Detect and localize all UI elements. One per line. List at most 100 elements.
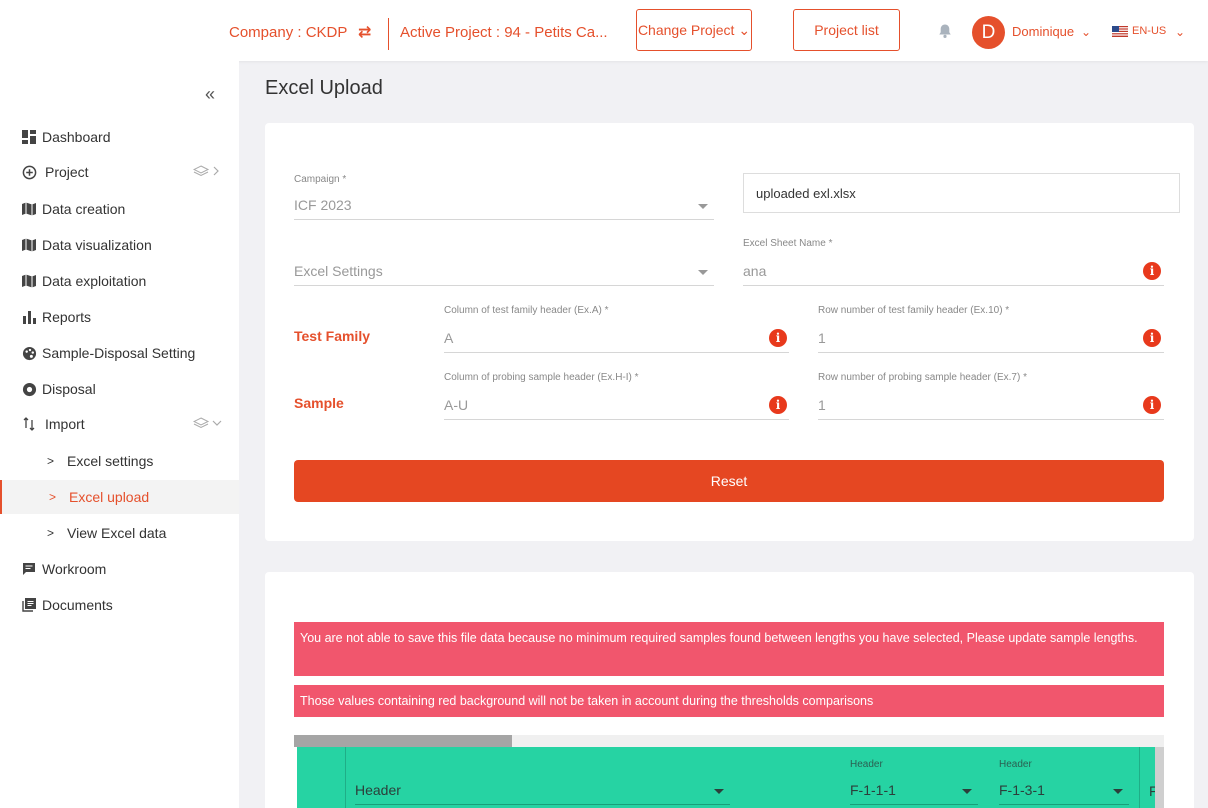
sidebar-item-label: View Excel data xyxy=(67,525,167,541)
layers-icon xyxy=(192,416,227,433)
bar-chart-icon xyxy=(21,309,37,325)
caret-down-icon xyxy=(714,789,724,794)
sample-column-value: A-U xyxy=(444,397,469,413)
sidebar-item-label: Import xyxy=(45,416,85,432)
test-family-row-value: 1 xyxy=(818,330,826,346)
company-label: Company : CKDP xyxy=(229,24,348,41)
caret-down-icon xyxy=(962,789,972,794)
sidebar-item-label: Dashboard xyxy=(42,129,111,145)
page-title: Excel Upload xyxy=(265,77,383,99)
sidebar-subitem-excel-upload[interactable]: > Excel upload xyxy=(0,480,239,514)
test-family-label: Test Family xyxy=(294,328,370,344)
chevron-right-icon: > xyxy=(49,490,57,504)
collapse-sidebar-icon[interactable]: « xyxy=(205,84,215,105)
campaign-select[interactable]: Campaign * ICF 2023 xyxy=(294,174,714,220)
sidebar-item-disposal[interactable]: Disposal xyxy=(0,372,239,406)
top-bar: Company : CKDP ⇄ Active Project : 94 - P… xyxy=(0,0,1208,61)
us-flag-icon xyxy=(1112,26,1128,37)
column-header-value: F-1-3-1 xyxy=(999,782,1045,798)
sample-label: Sample xyxy=(294,395,344,411)
column-header-select[interactable]: H F xyxy=(1149,779,1155,805)
warning-alert: Those values containing red background w… xyxy=(294,685,1164,717)
column-header-select[interactable]: Header F-1-3-1 xyxy=(999,759,1129,805)
sheet-name-value: ana xyxy=(743,263,767,279)
sidebar-item-label: Disposal xyxy=(42,381,96,397)
campaign-label: Campaign * xyxy=(294,174,347,185)
sidebar-item-label: Data exploitation xyxy=(42,273,147,289)
active-project-label: Active Project : 94 - Petits Ca... xyxy=(400,24,608,41)
bell-icon[interactable] xyxy=(937,23,953,39)
add-circle-icon xyxy=(21,164,37,180)
column-divider xyxy=(345,747,346,808)
column-header-select[interactable]: Header F-1-1-1 xyxy=(850,759,978,805)
sidebar-item-label: Documents xyxy=(42,597,113,613)
sidebar-item-label: Excel settings xyxy=(67,453,154,469)
divider xyxy=(388,18,389,50)
info-icon[interactable]: i xyxy=(1143,262,1161,280)
excel-settings-select[interactable]: Excel Settings xyxy=(294,260,714,286)
info-icon[interactable]: i xyxy=(1143,329,1161,347)
sidebar-item-label: Workroom xyxy=(42,561,107,577)
reset-button[interactable]: Reset xyxy=(294,460,1164,502)
column-header-value: F xyxy=(1149,783,1155,799)
sidebar-item-label: Data visualization xyxy=(42,237,152,253)
user-name[interactable]: Dominique xyxy=(1012,24,1074,39)
map-icon xyxy=(21,237,37,253)
vertical-scrollbar[interactable] xyxy=(1155,747,1164,808)
sidebar-item-sample-disposal-setting[interactable]: Sample-Disposal Setting xyxy=(0,336,239,370)
sidebar-item-data-exploitation[interactable]: Data exploitation xyxy=(0,264,239,298)
sample-row-input[interactable]: Row number of probing sample header (Ex.… xyxy=(818,372,1164,420)
sidebar-subitem-view-excel-data[interactable]: > View Excel data xyxy=(0,516,239,550)
file-name-field[interactable]: uploaded exl.xlsx xyxy=(743,173,1180,213)
column-divider xyxy=(1139,747,1140,808)
avatar[interactable]: D xyxy=(972,16,1005,49)
campaign-value: ICF 2023 xyxy=(294,197,352,213)
sidebar-item-workroom[interactable]: Workroom xyxy=(0,552,239,586)
sidebar-item-project[interactable]: Project xyxy=(0,155,239,189)
sidebar-item-label: Excel upload xyxy=(69,489,150,505)
info-icon[interactable]: i xyxy=(1143,396,1161,414)
sheet-name-input[interactable]: Excel Sheet Name * ana xyxy=(743,238,1164,286)
test-family-column-label: Column of test family header (Ex.A) * xyxy=(444,305,609,316)
info-icon[interactable]: i xyxy=(769,329,787,347)
header-select[interactable]: Header xyxy=(355,779,730,805)
test-family-column-value: A xyxy=(444,330,454,346)
header-select-value: Header xyxy=(355,782,401,798)
sample-column-label: Column of probing sample header (Ex.H-I)… xyxy=(444,372,639,383)
disc-icon xyxy=(21,381,37,397)
caret-down-icon xyxy=(1113,789,1123,794)
palette-icon xyxy=(21,345,37,361)
info-icon[interactable]: i xyxy=(769,396,787,414)
test-family-row-label: Row number of test family header (Ex.10)… xyxy=(818,305,1010,316)
sidebar-item-reports[interactable]: Reports xyxy=(0,300,239,334)
excel-settings-placeholder: Excel Settings xyxy=(294,263,383,279)
column-header-value: F-1-1-1 xyxy=(850,782,896,798)
chevron-down-icon[interactable]: ⌄ xyxy=(1081,25,1091,39)
scrollbar-thumb[interactable] xyxy=(294,735,512,747)
sidebar-item-dashboard[interactable]: Dashboard xyxy=(0,120,239,154)
chevron-down-icon[interactable]: ⌄ xyxy=(1175,25,1185,39)
map-icon xyxy=(21,273,37,289)
sample-row-value: 1 xyxy=(818,397,826,413)
import-icon xyxy=(21,416,37,432)
test-family-row-input[interactable]: Row number of test family header (Ex.10)… xyxy=(818,305,1164,353)
sample-column-input[interactable]: Column of probing sample header (Ex.H-I)… xyxy=(444,372,789,420)
sidebar-item-label: Sample-Disposal Setting xyxy=(42,345,196,361)
chevron-right-icon: > xyxy=(47,526,55,540)
sidebar-item-data-creation[interactable]: Data creation xyxy=(0,192,239,226)
switch-company-icon[interactable]: ⇄ xyxy=(358,25,371,41)
test-family-column-input[interactable]: Column of test family header (Ex.A) * A xyxy=(444,305,789,353)
sidebar-item-label: Reports xyxy=(42,309,92,325)
sidebar-subitem-excel-settings[interactable]: > Excel settings xyxy=(0,444,239,478)
column-header-label: Header xyxy=(850,759,883,770)
language-selector[interactable]: EN-US xyxy=(1132,25,1166,37)
error-alert: You are not able to save this file data … xyxy=(294,622,1164,676)
sidebar-item-documents[interactable]: Documents xyxy=(0,588,239,622)
change-project-button[interactable]: Change Project ⌄ xyxy=(636,9,752,51)
column-header-label: Header xyxy=(999,759,1032,770)
sidebar-item-data-visualization[interactable]: Data visualization xyxy=(0,228,239,262)
sidebar-item-import[interactable]: Import xyxy=(0,407,239,441)
chevron-right-icon: > xyxy=(47,454,55,468)
documents-icon xyxy=(21,597,37,613)
project-list-button[interactable]: Project list xyxy=(793,9,900,51)
